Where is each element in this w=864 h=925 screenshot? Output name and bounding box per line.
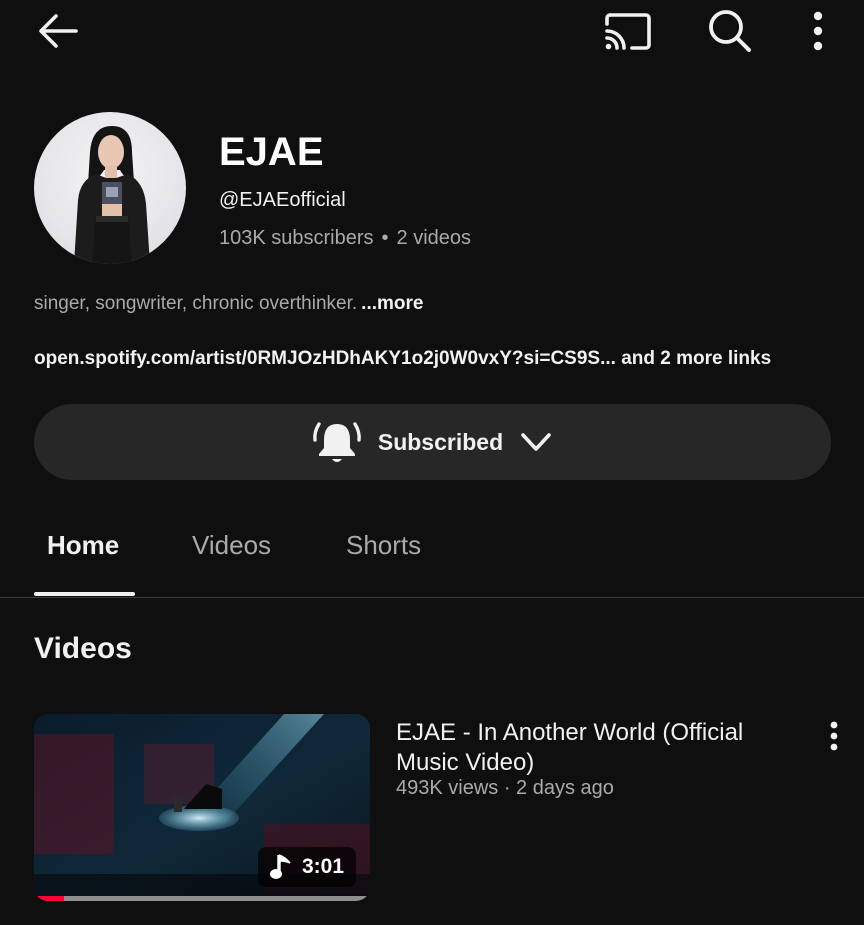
search-icon [709, 10, 751, 52]
more-options-button[interactable] [800, 6, 836, 56]
tab-videos[interactable]: Videos [192, 530, 271, 561]
search-button[interactable] [702, 6, 758, 56]
subscribed-button[interactable]: Subscribed [34, 404, 831, 480]
description-more-link[interactable]: ...more [361, 293, 423, 314]
subscriber-count: 103K subscribers [219, 227, 374, 249]
avatar-portrait [74, 126, 150, 264]
video-title[interactable]: EJAE - In Another World (Official Music … [396, 718, 796, 778]
top-app-bar [0, 0, 864, 64]
video-thumbnail[interactable]: 3:01 [34, 714, 370, 901]
watch-progress-bar [34, 896, 370, 901]
bell-ringing-icon [313, 422, 361, 462]
channel-stats: 103K subscribers • 2 videos [219, 227, 471, 250]
section-title-videos: Videos [34, 632, 132, 665]
video-meta: 493K views · 2 days ago [396, 777, 614, 799]
channel-avatar[interactable] [34, 112, 186, 264]
channel-description[interactable]: singer, songwriter, chronic overthinker.… [34, 293, 423, 315]
back-button[interactable] [32, 8, 84, 54]
cast-button[interactable] [600, 6, 656, 56]
stats-separator: • [381, 227, 389, 249]
duration-badge: 3:01 [257, 847, 356, 887]
music-note-icon [269, 854, 291, 879]
channel-tabs: Home Videos Shorts [0, 510, 864, 598]
video-more-button[interactable] [820, 718, 848, 754]
more-vertical-icon [813, 11, 823, 51]
chevron-down-icon [521, 433, 551, 451]
more-vertical-icon [830, 721, 838, 751]
watch-progress-fill [34, 896, 65, 901]
description-text: singer, songwriter, chronic overthinker. [34, 293, 358, 314]
channel-links[interactable]: open.spotify.com/artist/0RMJOzHDhAKY1o2j… [34, 348, 771, 370]
subscribed-label: Subscribed [377, 428, 504, 455]
video-count: 2 videos [396, 227, 472, 249]
tab-shorts[interactable]: Shorts [346, 530, 421, 561]
channel-name: EJAE [219, 130, 324, 174]
active-tab-indicator [34, 592, 135, 596]
duration-text: 3:01 [301, 855, 344, 878]
cast-icon [605, 13, 651, 50]
channel-page: EJAE @EJAEofficial 103K subscribers • 2 vi… [0, 0, 864, 925]
video-list-item[interactable]: 3:01 EJAE - In Another World (Official M… [34, 714, 854, 904]
arrow-left-icon [39, 14, 78, 48]
channel-handle: @EJAEofficial [219, 189, 346, 211]
tab-home[interactable]: Home [47, 530, 119, 561]
